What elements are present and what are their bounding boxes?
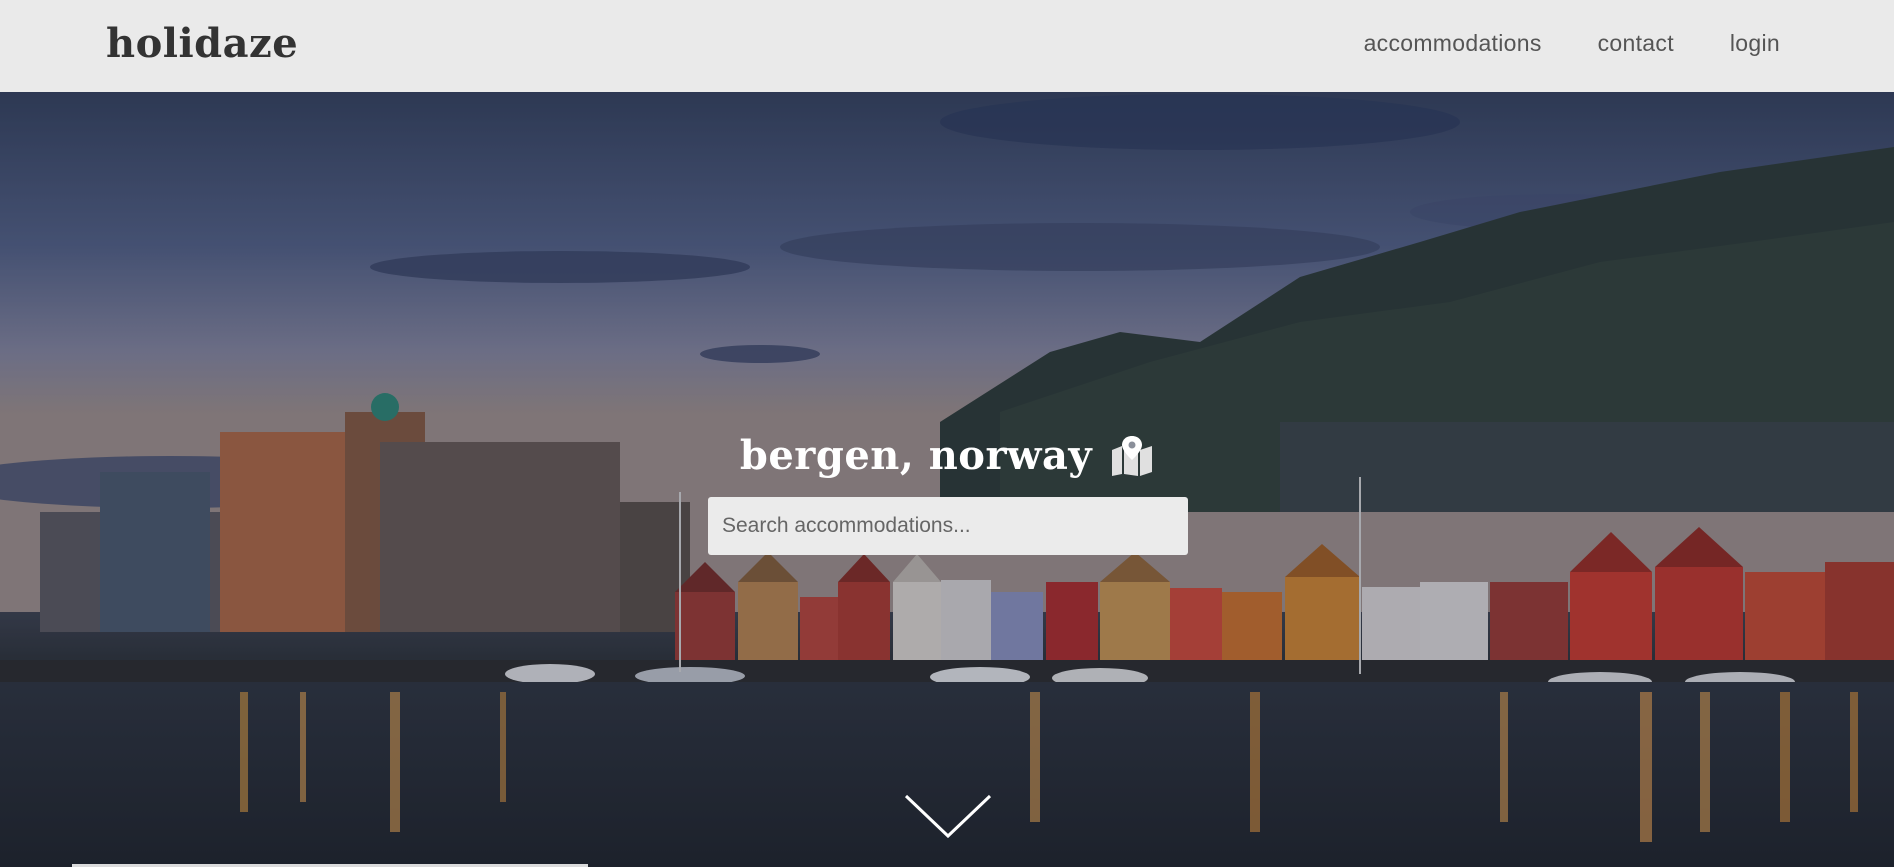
- hero-banner: bergen, norway: [0, 92, 1894, 867]
- map-marker-icon: [1112, 435, 1153, 476]
- hero-overlay: [0, 92, 1894, 867]
- nav-link-contact[interactable]: contact: [1598, 30, 1674, 57]
- hero-title: bergen, norway: [739, 432, 1093, 479]
- site-header: holidaze accommodations contact login: [0, 0, 1894, 92]
- main-nav: accommodations contact login: [1364, 30, 1780, 57]
- nav-link-accommodations[interactable]: accommodations: [1364, 30, 1542, 57]
- site-logo[interactable]: holidaze: [106, 20, 298, 67]
- chevron-down-icon[interactable]: [902, 792, 994, 840]
- nav-link-login[interactable]: login: [1730, 30, 1780, 57]
- search-input[interactable]: [708, 497, 1188, 555]
- hero-heading: bergen, norway: [0, 432, 1894, 479]
